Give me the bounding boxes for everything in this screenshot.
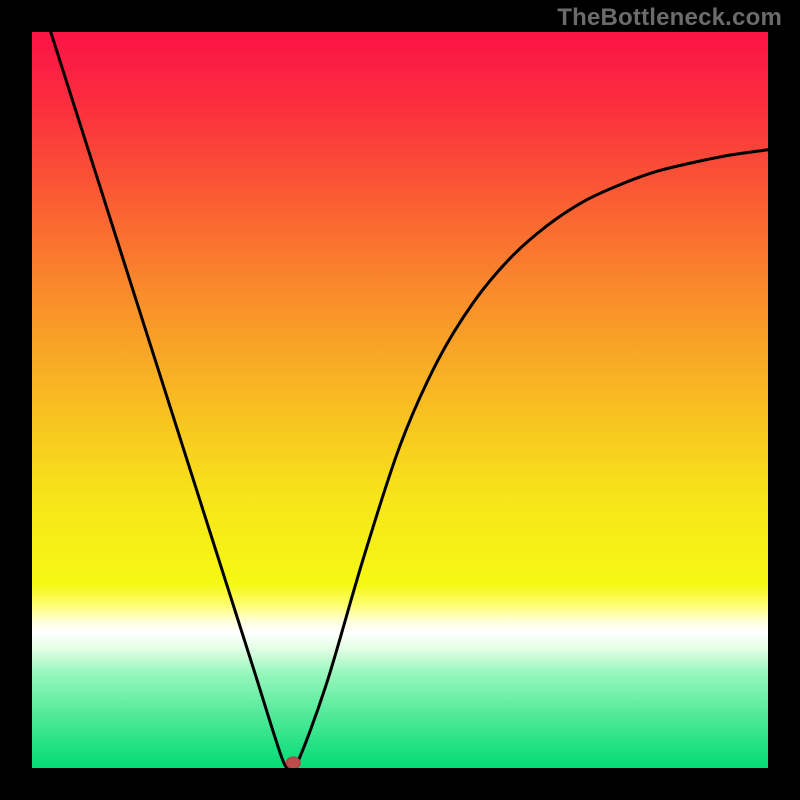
plot-area [32, 32, 768, 768]
watermark-text: TheBottleneck.com [557, 4, 782, 32]
gradient-background [32, 32, 768, 768]
chart-frame: TheBottleneck.com [0, 0, 800, 800]
minimum-marker [286, 757, 300, 768]
plot-svg [32, 32, 768, 768]
